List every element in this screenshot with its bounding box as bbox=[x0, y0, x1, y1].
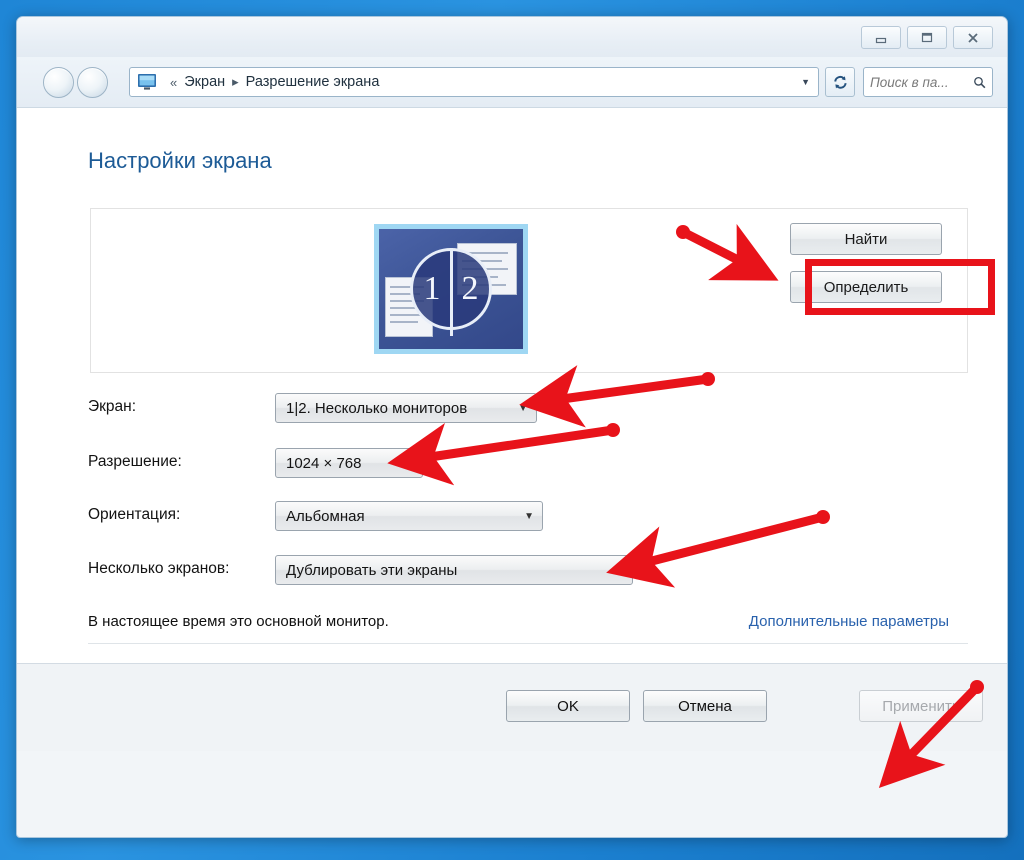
display-row: Экран: 1|2. Несколько мониторов ▼ bbox=[17, 393, 1007, 423]
breadcrumb-item-screen-resolution[interactable]: Разрешение экрана bbox=[246, 74, 380, 90]
multiple-displays-row: Несколько экранов: Дублировать эти экран… bbox=[17, 555, 1007, 585]
badge-divider bbox=[449, 248, 453, 336]
window-controls bbox=[861, 26, 993, 49]
multiple-displays-label: Несколько экранов: bbox=[88, 560, 230, 577]
apply-button: Применить bbox=[859, 690, 983, 722]
navigation-bar: « Экран ▸ Разрешение экрана ▼ bbox=[17, 57, 1007, 107]
ok-button[interactable]: OK bbox=[506, 690, 630, 722]
chevron-down-icon: ▼ bbox=[404, 457, 414, 469]
monitor-number-2: 2 bbox=[461, 270, 479, 307]
multiple-displays-dropdown-value: Дублировать эти экраны bbox=[286, 561, 458, 579]
orientation-label: Ориентация: bbox=[88, 506, 181, 523]
display-label: Экран: bbox=[88, 398, 137, 415]
breadcrumb-item-display[interactable]: Экран bbox=[184, 74, 225, 90]
primary-monitor-note: В настоящее время это основной монитор. bbox=[88, 613, 389, 630]
resolution-label: Разрешение: bbox=[88, 453, 182, 470]
advanced-settings-link[interactable]: Дополнительные параметры bbox=[749, 613, 949, 630]
multiple-displays-dropdown[interactable]: Дублировать эти экраны ▼ bbox=[275, 555, 633, 585]
identify-button[interactable]: Определить bbox=[790, 271, 942, 303]
page-title: Настройки экрана bbox=[88, 148, 272, 173]
chevron-down-icon: ▼ bbox=[524, 510, 534, 522]
monitor-number-1: 1 bbox=[423, 270, 441, 307]
back-button[interactable] bbox=[43, 67, 74, 98]
display-dropdown-value: 1|2. Несколько мониторов bbox=[286, 399, 468, 417]
maximize-icon bbox=[921, 32, 933, 42]
close-icon bbox=[968, 32, 978, 43]
orientation-row: Ориентация: Альбомная ▼ bbox=[17, 501, 1007, 531]
search-box[interactable] bbox=[863, 67, 993, 97]
divider bbox=[88, 643, 968, 644]
chevron-down-icon: ▼ bbox=[518, 402, 528, 414]
breadcrumb-overflow[interactable]: « bbox=[170, 75, 177, 90]
chevron-down-icon: ▼ bbox=[614, 564, 624, 576]
monitor-preview-panel: 1 2 Найти Определить bbox=[90, 208, 995, 373]
screen-resolution-window: « Экран ▸ Разрешение экрана ▼ Настройки … bbox=[16, 16, 1008, 838]
resolution-dropdown[interactable]: 1024 × 768 ▼ bbox=[275, 448, 423, 478]
minimize-icon bbox=[875, 37, 887, 43]
maximize-button[interactable] bbox=[907, 26, 947, 49]
display-dropdown[interactable]: 1|2. Несколько мониторов ▼ bbox=[275, 393, 537, 423]
dialog-footer: OK Отмена Применить bbox=[17, 663, 1007, 751]
orientation-dropdown-value: Альбомная bbox=[286, 507, 365, 525]
find-button[interactable]: Найти bbox=[790, 223, 942, 255]
content-pane: Настройки экрана 1 2 Найти Определить Эк… bbox=[17, 107, 1007, 751]
search-input[interactable] bbox=[870, 74, 973, 90]
title-bar bbox=[17, 17, 1007, 61]
orientation-dropdown[interactable]: Альбомная ▼ bbox=[275, 501, 543, 531]
forward-button[interactable] bbox=[77, 67, 108, 98]
address-bar[interactable]: « Экран ▸ Разрешение экрана ▼ bbox=[129, 67, 819, 97]
breadcrumb-separator-icon: ▸ bbox=[232, 74, 239, 89]
minimize-button[interactable] bbox=[861, 26, 901, 49]
chevron-down-icon[interactable]: ▼ bbox=[801, 77, 810, 87]
cancel-button[interactable]: Отмена bbox=[643, 690, 767, 722]
refresh-button[interactable] bbox=[825, 67, 855, 97]
display-icon bbox=[137, 73, 157, 91]
search-icon[interactable] bbox=[973, 75, 986, 90]
dual-monitor-preview[interactable]: 1 2 bbox=[374, 224, 528, 354]
monitor-number-badge: 1 2 bbox=[410, 248, 492, 336]
refresh-icon bbox=[833, 75, 847, 89]
close-button[interactable] bbox=[953, 26, 993, 49]
resolution-dropdown-value: 1024 × 768 bbox=[286, 454, 362, 472]
monitor-screen: 1 2 bbox=[379, 229, 523, 349]
resolution-row: Разрешение: 1024 × 768 ▼ bbox=[17, 448, 1007, 478]
